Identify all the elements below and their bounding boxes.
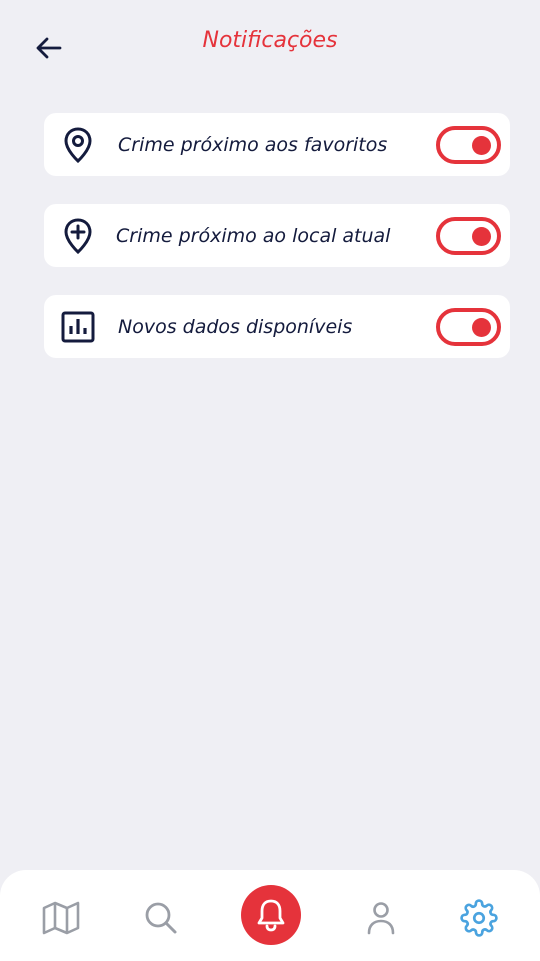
notification-label: Crime próximo ao local atual [116,224,391,247]
settings-icon [460,899,498,937]
notification-label: Novos dados disponíveis [118,315,353,338]
map-pin-plus-icon [60,218,96,254]
notifications-screen: Notificações Crime próximo aos favoritos… [0,0,540,961]
notification-item-new-data: Novos dados disponíveis [44,295,510,358]
bar-chart-icon [60,309,96,345]
toggle-knob [472,136,491,155]
bell-icon [257,899,285,932]
new-data-toggle[interactable] [436,308,501,346]
page-title: Notificações [202,28,338,53]
search-icon [145,902,177,934]
toggle-knob [472,227,491,246]
map-icon [42,901,80,935]
user-icon [367,902,395,935]
nav-notifications[interactable] [241,885,301,945]
nav-map[interactable] [31,888,91,948]
bottom-navigation [0,870,540,961]
nav-settings[interactable] [449,888,509,948]
notification-item-current-location: Crime próximo ao local atual [44,204,510,267]
toggle-knob [472,318,491,337]
notification-label: Crime próximo aos favoritos [118,133,388,156]
map-pin-icon [60,127,96,163]
header: Notificações [0,0,540,90]
current-location-toggle[interactable] [436,217,501,255]
notification-item-favorites: Crime próximo aos favoritos [44,113,510,176]
nav-search[interactable] [131,888,191,948]
nav-profile[interactable] [351,888,411,948]
favorites-toggle[interactable] [436,126,501,164]
